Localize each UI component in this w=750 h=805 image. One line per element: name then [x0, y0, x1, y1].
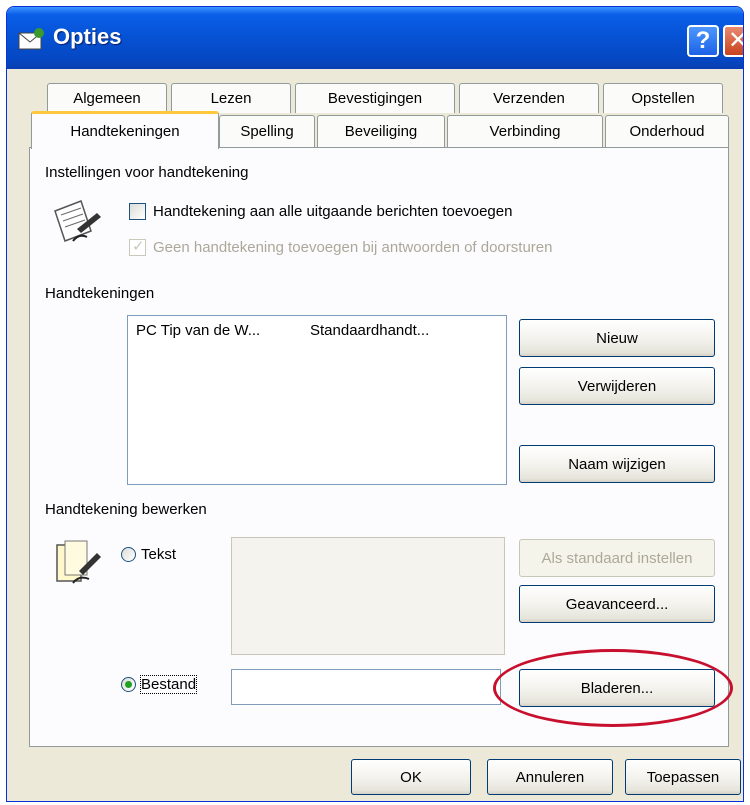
- signature-edit-icon: [56, 540, 101, 584]
- delete-signature-button[interactable]: Verwijderen: [519, 367, 715, 405]
- add-to-all-label[interactable]: Handtekening aan alle uitgaande berichte…: [153, 203, 512, 220]
- settings-group-label: Instellingen voor handtekening: [45, 164, 259, 181]
- file-radio-label[interactable]: Bestand: [139, 675, 198, 694]
- mail-app-icon: [18, 28, 44, 50]
- tab-bevestigingen[interactable]: Bevestigingen: [295, 83, 455, 113]
- set-default-button[interactable]: Als standaard instellen: [519, 539, 715, 577]
- text-radio[interactable]: [121, 547, 136, 562]
- no-reply-label[interactable]: Geen handtekening toevoegen bij antwoord…: [153, 239, 552, 256]
- file-radio[interactable]: [121, 677, 136, 692]
- tab-lezen[interactable]: Lezen: [171, 83, 291, 113]
- add-to-all-checkbox[interactable]: [129, 203, 146, 220]
- tab-algemeen[interactable]: Algemeen: [47, 83, 167, 113]
- file-path-input[interactable]: [231, 669, 501, 705]
- apply-button[interactable]: Toepassen: [625, 759, 741, 795]
- tab-verzenden[interactable]: Verzenden: [459, 83, 599, 113]
- rename-signature-button[interactable]: Naam wijzigen: [519, 445, 715, 483]
- signature-name-cell[interactable]: PC Tip van de W...: [136, 322, 260, 339]
- close-button[interactable]: ✕: [723, 25, 743, 57]
- tab-beveiliging[interactable]: Beveiliging: [317, 115, 445, 147]
- tab-handtekeningen[interactable]: Handtekeningen: [31, 111, 219, 149]
- advanced-button[interactable]: Geavanceerd...: [519, 585, 715, 623]
- signatures-list[interactable]: PC Tip van de W... Standaardhandt...: [127, 315, 507, 485]
- signature-type-cell[interactable]: Standaardhandt...: [310, 322, 429, 339]
- signature-settings-icon: [54, 200, 101, 242]
- window-title: Opties: [53, 24, 122, 49]
- help-button[interactable]: ?: [687, 25, 719, 57]
- tab-opstellen[interactable]: Opstellen: [603, 83, 723, 113]
- new-signature-button[interactable]: Nieuw: [519, 319, 715, 357]
- edit-group-label: Handtekening bewerken: [45, 501, 217, 518]
- signatures-group-label: Handtekeningen: [45, 285, 165, 302]
- title-bar[interactable]: Opties ? ✕: [7, 7, 743, 69]
- signature-text-area[interactable]: [231, 537, 505, 655]
- options-dialog: Opties ? ✕ Algemeen Lezen Bevestigingen …: [6, 6, 744, 802]
- tab-onderhoud[interactable]: Onderhoud: [605, 115, 729, 147]
- ok-button[interactable]: OK: [351, 759, 471, 795]
- browse-button[interactable]: Bladeren...: [519, 669, 715, 707]
- tab-spelling[interactable]: Spelling: [219, 115, 315, 147]
- tab-verbinding[interactable]: Verbinding: [447, 115, 603, 147]
- no-reply-checkbox[interactable]: [129, 237, 146, 256]
- cancel-button[interactable]: Annuleren: [487, 759, 613, 795]
- text-radio-label[interactable]: Tekst: [141, 546, 176, 563]
